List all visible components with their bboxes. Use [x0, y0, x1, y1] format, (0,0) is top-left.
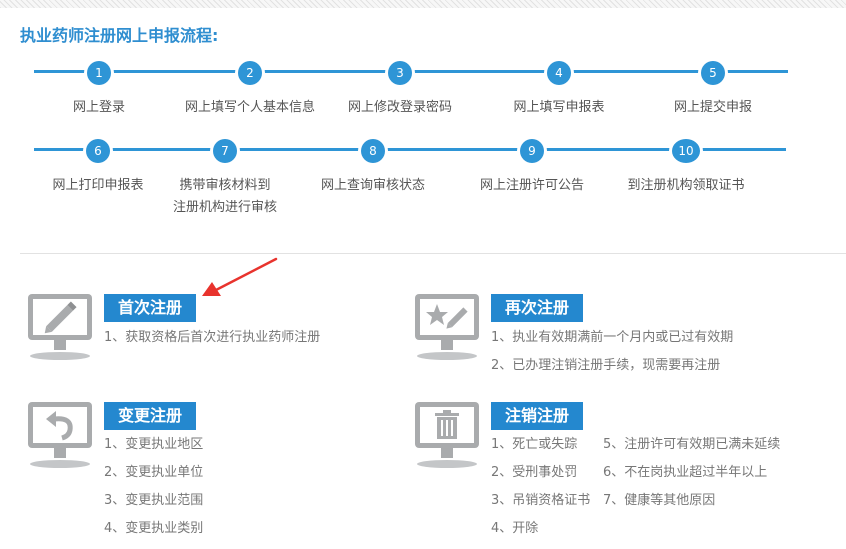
list-item: 2、已办理注销注册手续，现需要再注册 — [491, 358, 721, 373]
step-number: 6 — [86, 139, 110, 163]
cancel-registration-section: 注销注册 1、死亡或失踪 2、受刑事处罚 3、吊销资格证书 4、开除 5、注册许… — [411, 402, 811, 549]
list-item: 2、变更执业单位 — [104, 465, 204, 480]
list-item: 4、开除 — [491, 521, 539, 536]
first-registration-title[interactable]: 首次注册 — [104, 294, 197, 322]
step-number: 4 — [547, 61, 571, 85]
step-label: 携带审核材料到 注册机构进行审核 — [140, 175, 310, 219]
monitor-star-icon — [415, 294, 479, 360]
step-number: 9 — [520, 139, 544, 163]
step-number: 10 — [672, 139, 700, 163]
cancel-registration-title[interactable]: 注销注册 — [491, 402, 584, 430]
step-label: 网上修改登录密码 — [347, 100, 452, 115]
step-number: 3 — [388, 61, 412, 85]
list-item: 1、变更执业地区 — [104, 437, 204, 452]
section-divider — [20, 253, 846, 254]
list-item: 7、健康等其他原因 — [603, 493, 716, 508]
list-item: 2、受刑事处罚 — [491, 465, 578, 480]
step-number: 8 — [361, 139, 385, 163]
step-number: 1 — [87, 61, 111, 85]
monitor-trash-icon — [415, 402, 479, 468]
step-label: 网上登录 — [72, 100, 125, 115]
step-label-line-2: 注册机构进行审核 — [172, 200, 277, 215]
step-number: 2 — [238, 61, 262, 85]
monitor-pen-icon — [28, 294, 92, 360]
list-item: 1、执业有效期满前一个月内或已过有效期 — [491, 330, 734, 345]
step-number: 5 — [701, 61, 725, 85]
monitor-undo-icon — [28, 402, 92, 468]
step-label: 网上提交申报 — [673, 100, 752, 115]
list-item: 5、注册许可有效期已满未延续 — [603, 437, 781, 452]
list-item: 3、变更执业范围 — [104, 493, 204, 508]
list-item: 1、死亡或失踪 — [491, 437, 578, 452]
step-label: 网上查询审核状态 — [320, 178, 425, 193]
step-label: 到注册机构领取证书 — [627, 178, 745, 193]
step-label: 网上填写申报表 — [513, 100, 605, 115]
step-label: 网上填写个人基本信息 — [184, 100, 315, 115]
step-number: 7 — [213, 139, 237, 163]
re-registration-title[interactable]: 再次注册 — [491, 294, 584, 322]
change-registration-section: 变更注册 1、变更执业地区 2、变更执业单位 3、变更执业范围 4、变更执业类别 — [24, 402, 424, 549]
list-item: 4、变更执业类别 — [104, 521, 204, 536]
step-label: 网上注册许可公告 — [479, 178, 584, 193]
list-item: 3、吊销资格证书 — [491, 493, 591, 508]
change-registration-title[interactable]: 变更注册 — [104, 402, 197, 430]
page-title: 执业药师注册网上申报流程: — [20, 26, 219, 45]
top-pattern-border — [0, 0, 846, 8]
step-label-line-1: 携带审核材料到 — [179, 178, 271, 193]
list-item: 6、不在岗执业超过半年以上 — [603, 465, 768, 480]
list-item: 1、获取资格后首次进行执业药师注册 — [104, 330, 321, 345]
